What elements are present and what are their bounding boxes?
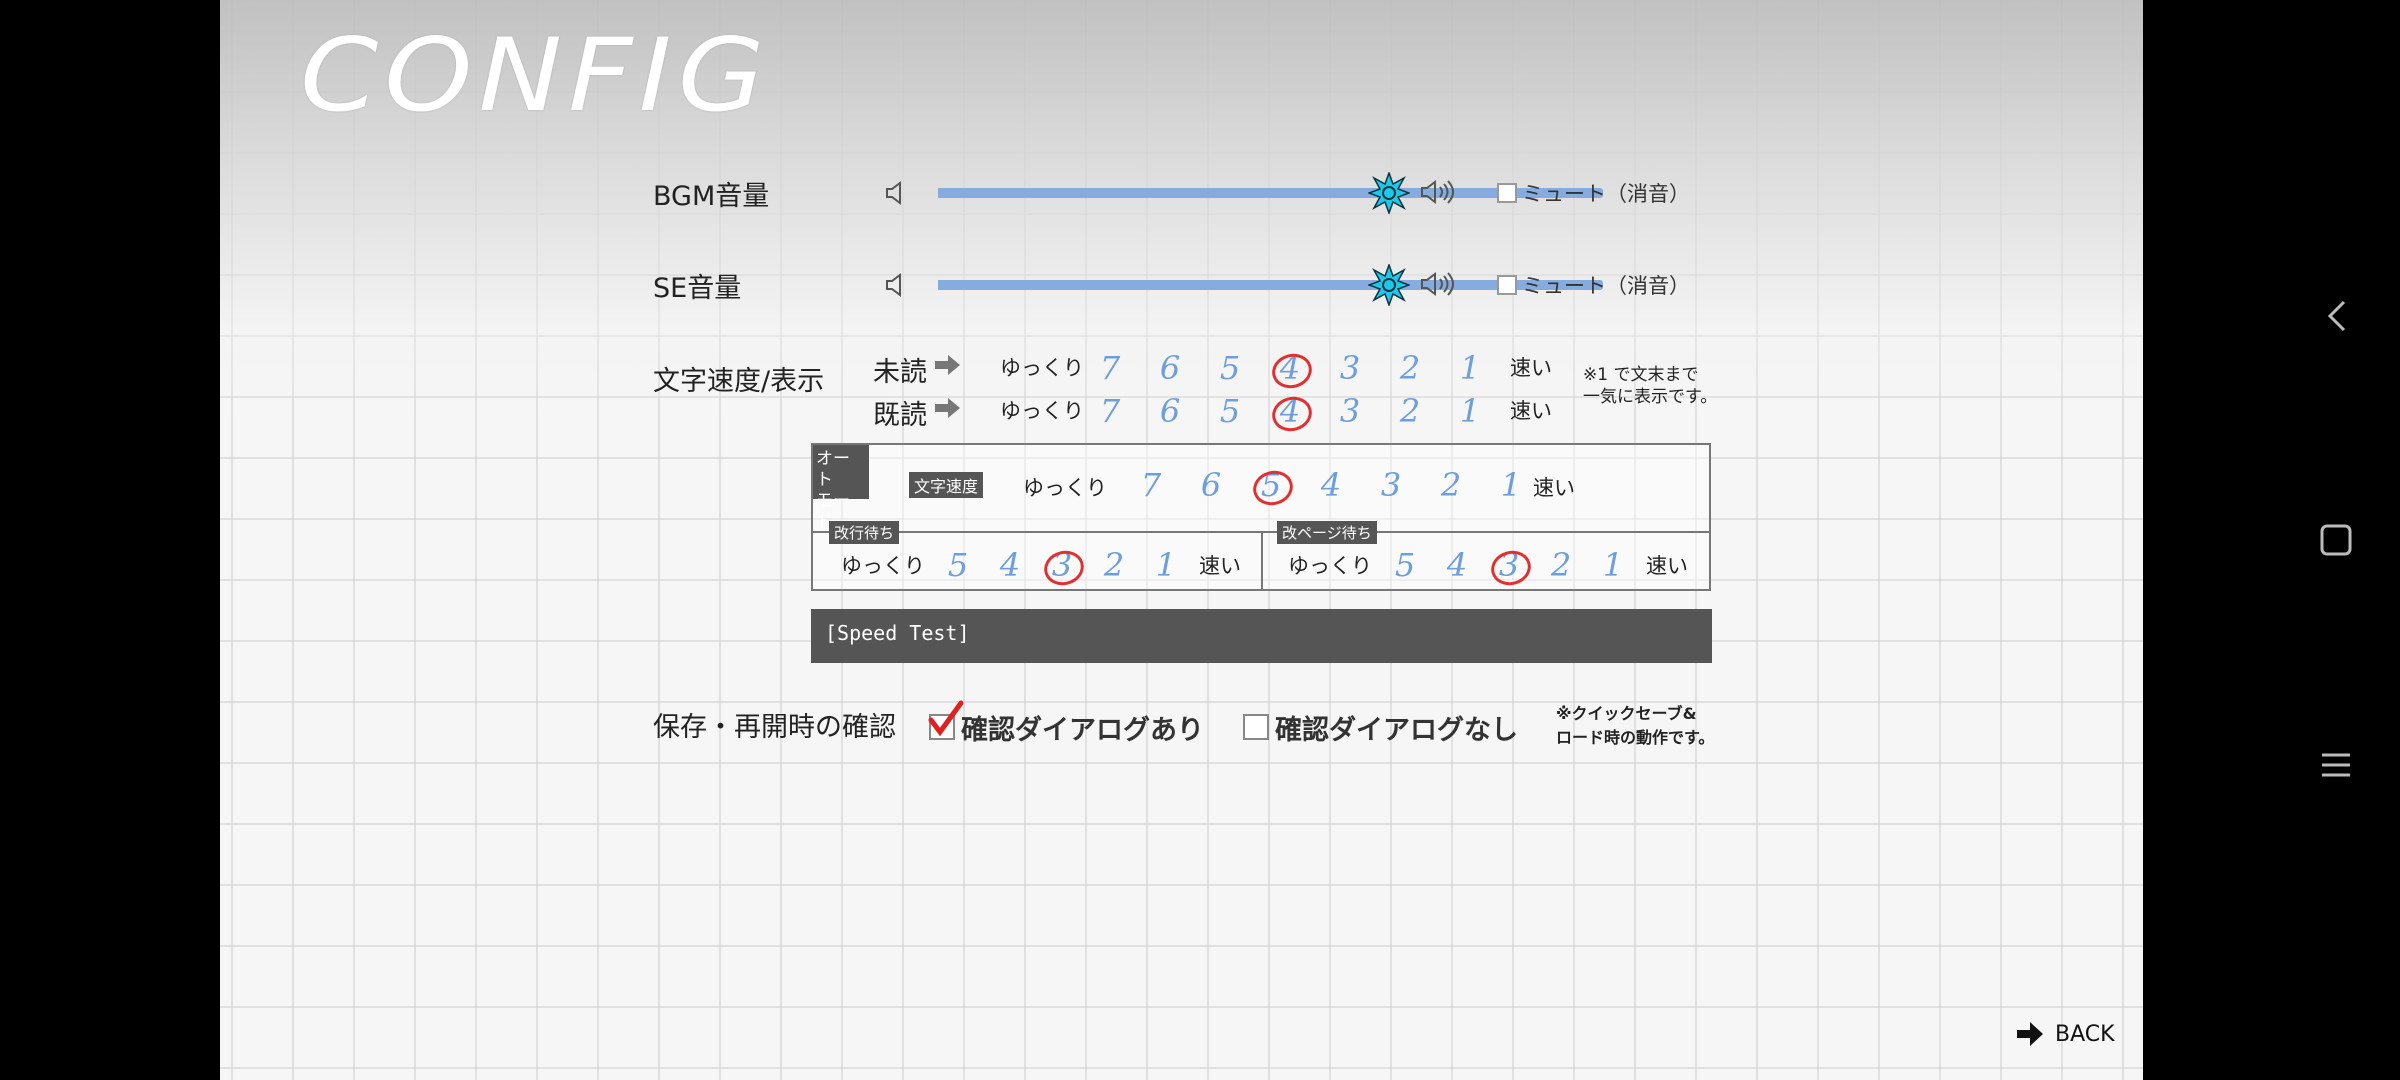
- speed-test-bar[interactable]: [Speed Test]: [811, 609, 1712, 663]
- line-wait-option-3[interactable]: 3: [1042, 545, 1082, 585]
- se-mute-label: ミュート（消音）: [1522, 274, 1690, 298]
- unread-speed-option-7[interactable]: 7: [1090, 348, 1130, 388]
- page-wait-option-2[interactable]: 2: [1541, 545, 1581, 585]
- text-speed-label: 文字速度/表示: [653, 366, 825, 397]
- line-wait-option-4[interactable]: 4: [990, 545, 1030, 585]
- unread-label: 未読: [873, 357, 927, 388]
- confirm-no-label[interactable]: 確認ダイアログなし: [1275, 708, 1518, 747]
- checkmark-icon: [928, 700, 964, 737]
- nav-home-icon[interactable]: [2316, 520, 2356, 560]
- volume-up-icon[interactable]: [1420, 178, 1454, 206]
- page-wait-tag: 改ページ待ち: [1277, 521, 1377, 544]
- unread-slow-label: ゆっくり: [1000, 356, 1084, 380]
- confirm-yes-label[interactable]: 確認ダイアログあり: [961, 708, 1204, 747]
- line-wait-tag: 改行待ち: [829, 521, 900, 544]
- auto-speed-option-3[interactable]: 3: [1371, 465, 1411, 505]
- se-slider-knob-icon[interactable]: [1368, 264, 1410, 306]
- page-wait-slow-label: ゆっくり: [1288, 554, 1372, 578]
- unread-speed-option-1[interactable]: 1: [1450, 348, 1490, 388]
- line-wait-slow-label: ゆっくり: [841, 554, 925, 578]
- confirm-note: ※クイックセーブ& ロード時の動作です。: [1556, 702, 1714, 750]
- read-label: 既読: [873, 400, 927, 431]
- auto-speed-option-1[interactable]: 1: [1491, 465, 1531, 505]
- config-screen: CONFIG BGM音量 ミュート（消音） SE音量 ミュート（消音） 文字速度…: [220, 0, 2143, 1080]
- line-wait-option-2[interactable]: 2: [1094, 545, 1134, 585]
- auto-speed-option-6[interactable]: 6: [1191, 465, 1231, 505]
- read-speed-option-2[interactable]: 2: [1390, 391, 1430, 431]
- page-wait-fast-label: 速い: [1646, 554, 1688, 578]
- nav-back-icon[interactable]: [2318, 296, 2358, 336]
- read-speed-option-6[interactable]: 6: [1150, 391, 1190, 431]
- back-button[interactable]: BACK: [2015, 1020, 2115, 1048]
- page-wait-option-1[interactable]: 1: [1593, 545, 1633, 585]
- auto-speed-option-7[interactable]: 7: [1131, 465, 1171, 505]
- bgm-mute-checkbox[interactable]: [1497, 183, 1517, 203]
- read-speed-options: 7654321: [1090, 391, 1490, 431]
- volume-down-icon[interactable]: [885, 180, 907, 206]
- arrow-right-icon: [935, 398, 960, 418]
- read-slow-label: ゆっくり: [1000, 399, 1084, 423]
- back-label: BACK: [2055, 1021, 2115, 1047]
- auto-slow-label: ゆっくり: [1023, 476, 1107, 500]
- text-speed-tag: 文字速度: [909, 472, 984, 498]
- arrow-right-icon: [2017, 1022, 2043, 1046]
- read-speed-option-1[interactable]: 1: [1450, 391, 1490, 431]
- note-line: ロード時の動作です。: [1556, 728, 1715, 747]
- auto-mode-panel: オート モード 文字速度 ゆっくり 7654321 速い 改行待ち ゆっくり 5…: [811, 443, 1711, 591]
- page-wait-option-5[interactable]: 5: [1385, 545, 1425, 585]
- line-wait-fast-label: 速い: [1199, 554, 1241, 578]
- read-speed-option-5[interactable]: 5: [1210, 391, 1250, 431]
- arrow-right-icon: [935, 355, 960, 375]
- auto-fast-label: 速い: [1533, 476, 1575, 500]
- unread-speed-option-3[interactable]: 3: [1330, 348, 1370, 388]
- line-wait-option-1[interactable]: 1: [1146, 545, 1186, 585]
- unread-speed-option-5[interactable]: 5: [1210, 348, 1250, 388]
- auto-speed-option-4[interactable]: 4: [1311, 465, 1351, 505]
- note-line: 一気に表示です。: [1583, 387, 1718, 407]
- auto-speed-option-2[interactable]: 2: [1431, 465, 1471, 505]
- bgm-mute-label: ミュート（消音）: [1522, 182, 1690, 206]
- read-fast-label: 速い: [1510, 399, 1552, 423]
- page-wait-options: 54321: [1385, 545, 1633, 585]
- volume-up-icon[interactable]: [1420, 270, 1454, 298]
- unread-speed-option-6[interactable]: 6: [1150, 348, 1190, 388]
- unread-speed-option-4[interactable]: 4: [1270, 348, 1310, 388]
- note-line: ※クイックセーブ&: [1556, 704, 1697, 723]
- bgm-slider-knob-icon[interactable]: [1368, 172, 1410, 214]
- line-wait-option-5[interactable]: 5: [938, 545, 978, 585]
- read-speed-option-3[interactable]: 3: [1330, 391, 1370, 431]
- unread-fast-label: 速い: [1510, 356, 1552, 380]
- page-wait-option-3[interactable]: 3: [1489, 545, 1529, 585]
- note-line: ※1 で文末まで: [1583, 365, 1699, 385]
- se-mute-checkbox[interactable]: [1497, 275, 1517, 295]
- auto-mode-tag: オート モード: [813, 445, 869, 532]
- bgm-volume-label: BGM音量: [653, 181, 770, 212]
- confirm-no-checkbox[interactable]: [1243, 714, 1269, 740]
- nav-recents-icon[interactable]: [2316, 745, 2356, 785]
- line-wait-options: 54321: [938, 545, 1186, 585]
- auto-speed-option-5[interactable]: 5: [1251, 465, 1291, 505]
- confirm-label: 保存・再開時の確認: [653, 712, 896, 743]
- se-volume-label: SE音量: [653, 273, 742, 304]
- auto-speed-options: 7654321: [1131, 465, 1531, 505]
- unread-speed-option-2[interactable]: 2: [1390, 348, 1430, 388]
- page-wait-option-4[interactable]: 4: [1437, 545, 1477, 585]
- divider: [1261, 531, 1263, 591]
- page-title: CONFIG: [300, 17, 771, 135]
- read-speed-option-4[interactable]: 4: [1270, 391, 1310, 431]
- volume-down-icon[interactable]: [885, 272, 907, 298]
- unread-speed-options: 7654321: [1090, 348, 1490, 388]
- read-speed-option-7[interactable]: 7: [1090, 391, 1130, 431]
- auto-mode-tag-line: オート: [816, 449, 850, 490]
- text-speed-note: ※1 で文末まで 一気に表示です。: [1583, 364, 1717, 408]
